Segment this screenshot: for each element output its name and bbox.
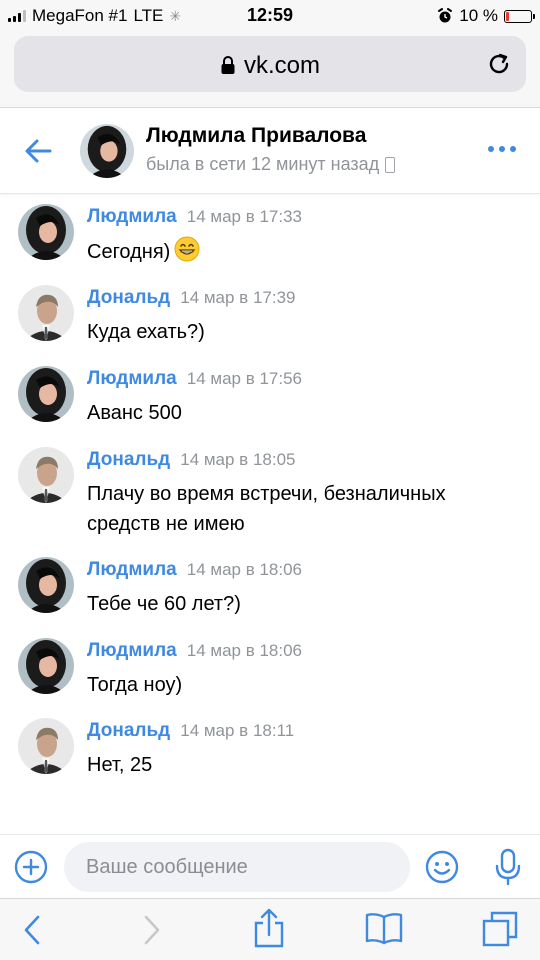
status-right: 10 %: [437, 6, 535, 26]
donald-avatar-icon: [18, 285, 74, 341]
message-author[interactable]: Людмила: [87, 559, 177, 580]
message-time: 14 мар в 18:06: [186, 560, 302, 579]
address-bar-text-row: vk.com: [14, 52, 526, 80]
message-meta: Дональд 14 мар в 17:39: [87, 287, 295, 309]
message-text: Куда ехать?): [87, 321, 205, 343]
message-author[interactable]: Дональд: [87, 287, 170, 308]
message-time: 14 мар в 18:11: [180, 721, 295, 740]
message-time: 14 мар в 17:33: [186, 207, 302, 226]
browser-forward-icon[interactable]: [140, 913, 164, 947]
microphone-icon[interactable]: [494, 847, 522, 887]
status-bar: MegaFon #1 LTE ✳ 12:59 10 %: [0, 0, 540, 30]
contact-avatar[interactable]: [80, 124, 134, 178]
donald-avatar[interactable]: [18, 285, 74, 341]
lyudmila-avatar[interactable]: [18, 366, 74, 422]
message-list: Людмила 14 мар в 17:33 Сегодня) Дональд 14…: [0, 194, 540, 834]
lyudmila-avatar[interactable]: [18, 204, 74, 260]
lyudmila-avatar-icon: [18, 557, 74, 613]
message-text: Плачу во время встречи, безналичных сред…: [87, 483, 446, 535]
lyudmila-avatar-icon: [18, 204, 74, 260]
browser-toolbar: [0, 898, 540, 960]
last-seen-text: была в сети 12 минут назад: [146, 154, 380, 174]
lock-icon: [221, 55, 235, 74]
browser-back-icon[interactable]: [20, 913, 44, 947]
message-meta: Людмила 14 мар в 17:56: [87, 368, 302, 390]
emoji-icon[interactable]: [424, 849, 460, 885]
reload-icon[interactable]: [486, 51, 512, 77]
message-author[interactable]: Людмила: [87, 206, 177, 227]
browser-address-area: vk.com: [0, 30, 540, 108]
message-meta: Дональд 14 мар в 18:05: [87, 449, 295, 471]
chat-header: Людмила Привалова была в сети 12 минут н…: [0, 108, 540, 194]
bookmarks-icon[interactable]: [364, 911, 404, 945]
message-meta: Людмила 14 мар в 18:06: [87, 640, 302, 662]
message-text: Тогда ноу): [87, 674, 183, 696]
message-text: Нет, 25: [87, 754, 153, 776]
donald-avatar[interactable]: [18, 447, 74, 503]
message-author[interactable]: Людмила: [87, 368, 177, 389]
tabs-icon[interactable]: [480, 909, 520, 947]
mobile-device-icon: [385, 156, 396, 173]
message-composer: [0, 834, 540, 898]
message-time: 14 мар в 18:05: [180, 450, 296, 469]
donald-avatar-icon: [18, 718, 74, 774]
battery-icon: [504, 9, 535, 23]
donald-avatar[interactable]: [18, 718, 74, 774]
add-attachment-icon[interactable]: [14, 850, 48, 884]
message-text: Сегодня): [87, 241, 171, 263]
message-text: Аванс 500: [87, 402, 182, 424]
message-time: 14 мар в 18:06: [186, 641, 302, 660]
message-meta: Людмила 14 мар в 18:06: [87, 559, 302, 581]
battery-percent: 10 %: [459, 6, 498, 25]
share-icon[interactable]: [252, 907, 286, 949]
contact-last-seen: была в сети 12 минут назад: [146, 154, 396, 175]
message-input[interactable]: [64, 842, 410, 892]
back-arrow-icon[interactable]: [20, 133, 56, 169]
battery-level-fill: [506, 11, 509, 21]
message-meta: Дональд 14 мар в 18:11: [87, 720, 294, 742]
more-options-icon[interactable]: [488, 146, 516, 152]
message-text-row: Сегодня): [87, 236, 507, 267]
address-bar[interactable]: vk.com: [14, 36, 526, 92]
lyudmila-avatar-icon: [18, 366, 74, 422]
url-text: vk.com: [243, 52, 320, 79]
message-text: Тебе че 60 лет?): [87, 593, 241, 615]
lyudmila-avatar[interactable]: [18, 638, 74, 694]
message-time: 14 мар в 17:39: [180, 288, 296, 307]
message-meta: Людмила 14 мар в 17:33: [87, 206, 302, 228]
contact-name[interactable]: Людмила Привалова: [146, 124, 366, 148]
lyudmila-avatar-icon: [80, 124, 134, 178]
message-author[interactable]: Дональд: [87, 449, 170, 470]
alarm-icon: [438, 8, 453, 23]
message-time: 14 мар в 17:56: [186, 369, 302, 388]
lyudmila-avatar-icon: [18, 638, 74, 694]
grinning-face-icon: [174, 236, 200, 262]
message-author[interactable]: Людмила: [87, 640, 177, 661]
donald-avatar-icon: [18, 447, 74, 503]
message-author[interactable]: Дональд: [87, 720, 170, 741]
lyudmila-avatar[interactable]: [18, 557, 74, 613]
